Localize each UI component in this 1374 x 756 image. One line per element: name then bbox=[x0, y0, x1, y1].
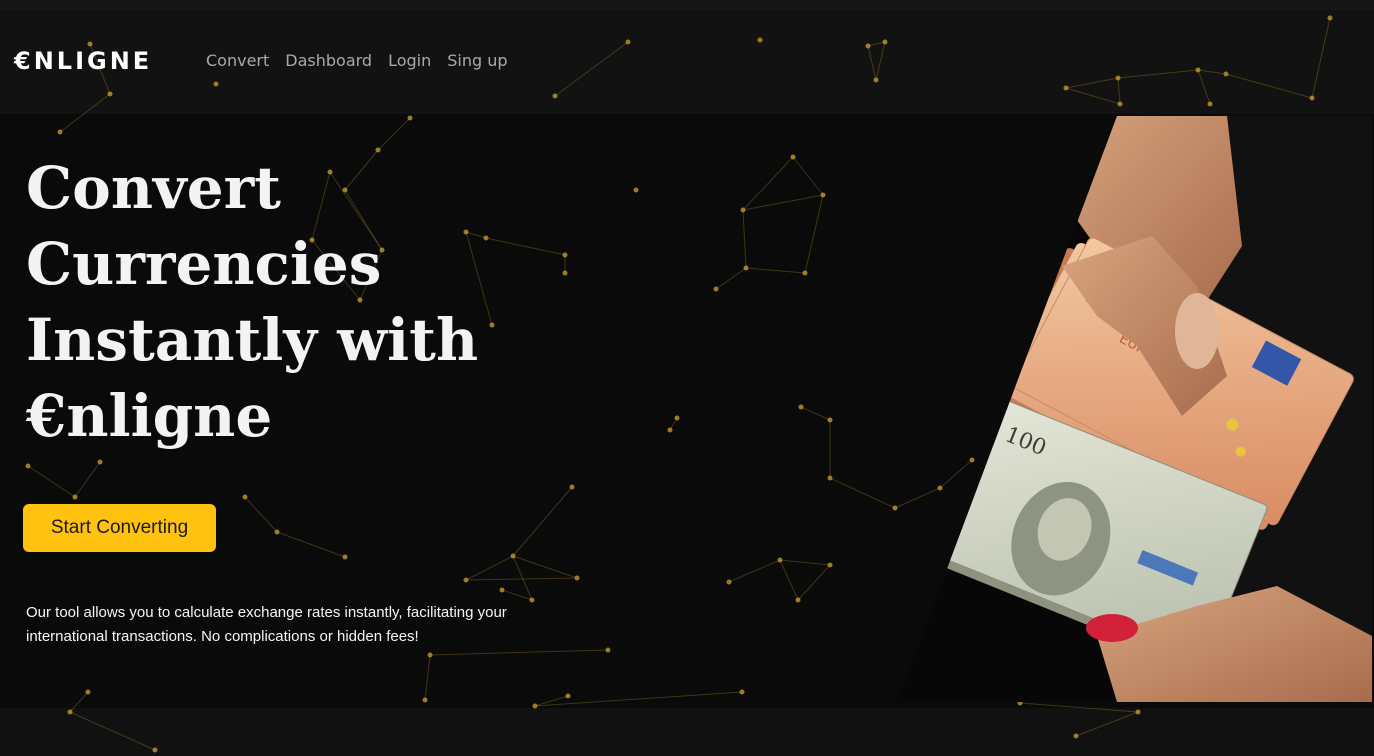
nav-link-dashboard[interactable]: Dashboard bbox=[285, 51, 372, 70]
brand-logo[interactable]: €NLIGNE bbox=[14, 47, 152, 75]
money-exchange-photo: 50 EURO 100 bbox=[897, 116, 1372, 702]
nav-link-convert[interactable]: Convert bbox=[206, 51, 269, 70]
nav-link-signup[interactable]: Sing up bbox=[447, 51, 507, 70]
hero-title-line: €nligne bbox=[26, 382, 273, 450]
hero-title-line: Instantly with bbox=[26, 306, 479, 374]
main-nav: Convert Dashboard Login Sing up bbox=[206, 51, 508, 70]
hero-title-line: Convert bbox=[26, 154, 281, 222]
hero-title-line: Currencies bbox=[26, 230, 382, 298]
hero-title: Convert Currencies Instantly with €nlign… bbox=[26, 150, 496, 454]
start-converting-button[interactable]: Start Converting bbox=[23, 504, 216, 552]
bottom-strip bbox=[0, 708, 1374, 756]
site-header: €NLIGNE Convert Dashboard Login Sing up bbox=[0, 10, 1374, 114]
nav-link-login[interactable]: Login bbox=[388, 51, 431, 70]
top-strip bbox=[0, 0, 1374, 10]
hero-description: Our tool allows you to calculate exchang… bbox=[26, 604, 507, 645]
